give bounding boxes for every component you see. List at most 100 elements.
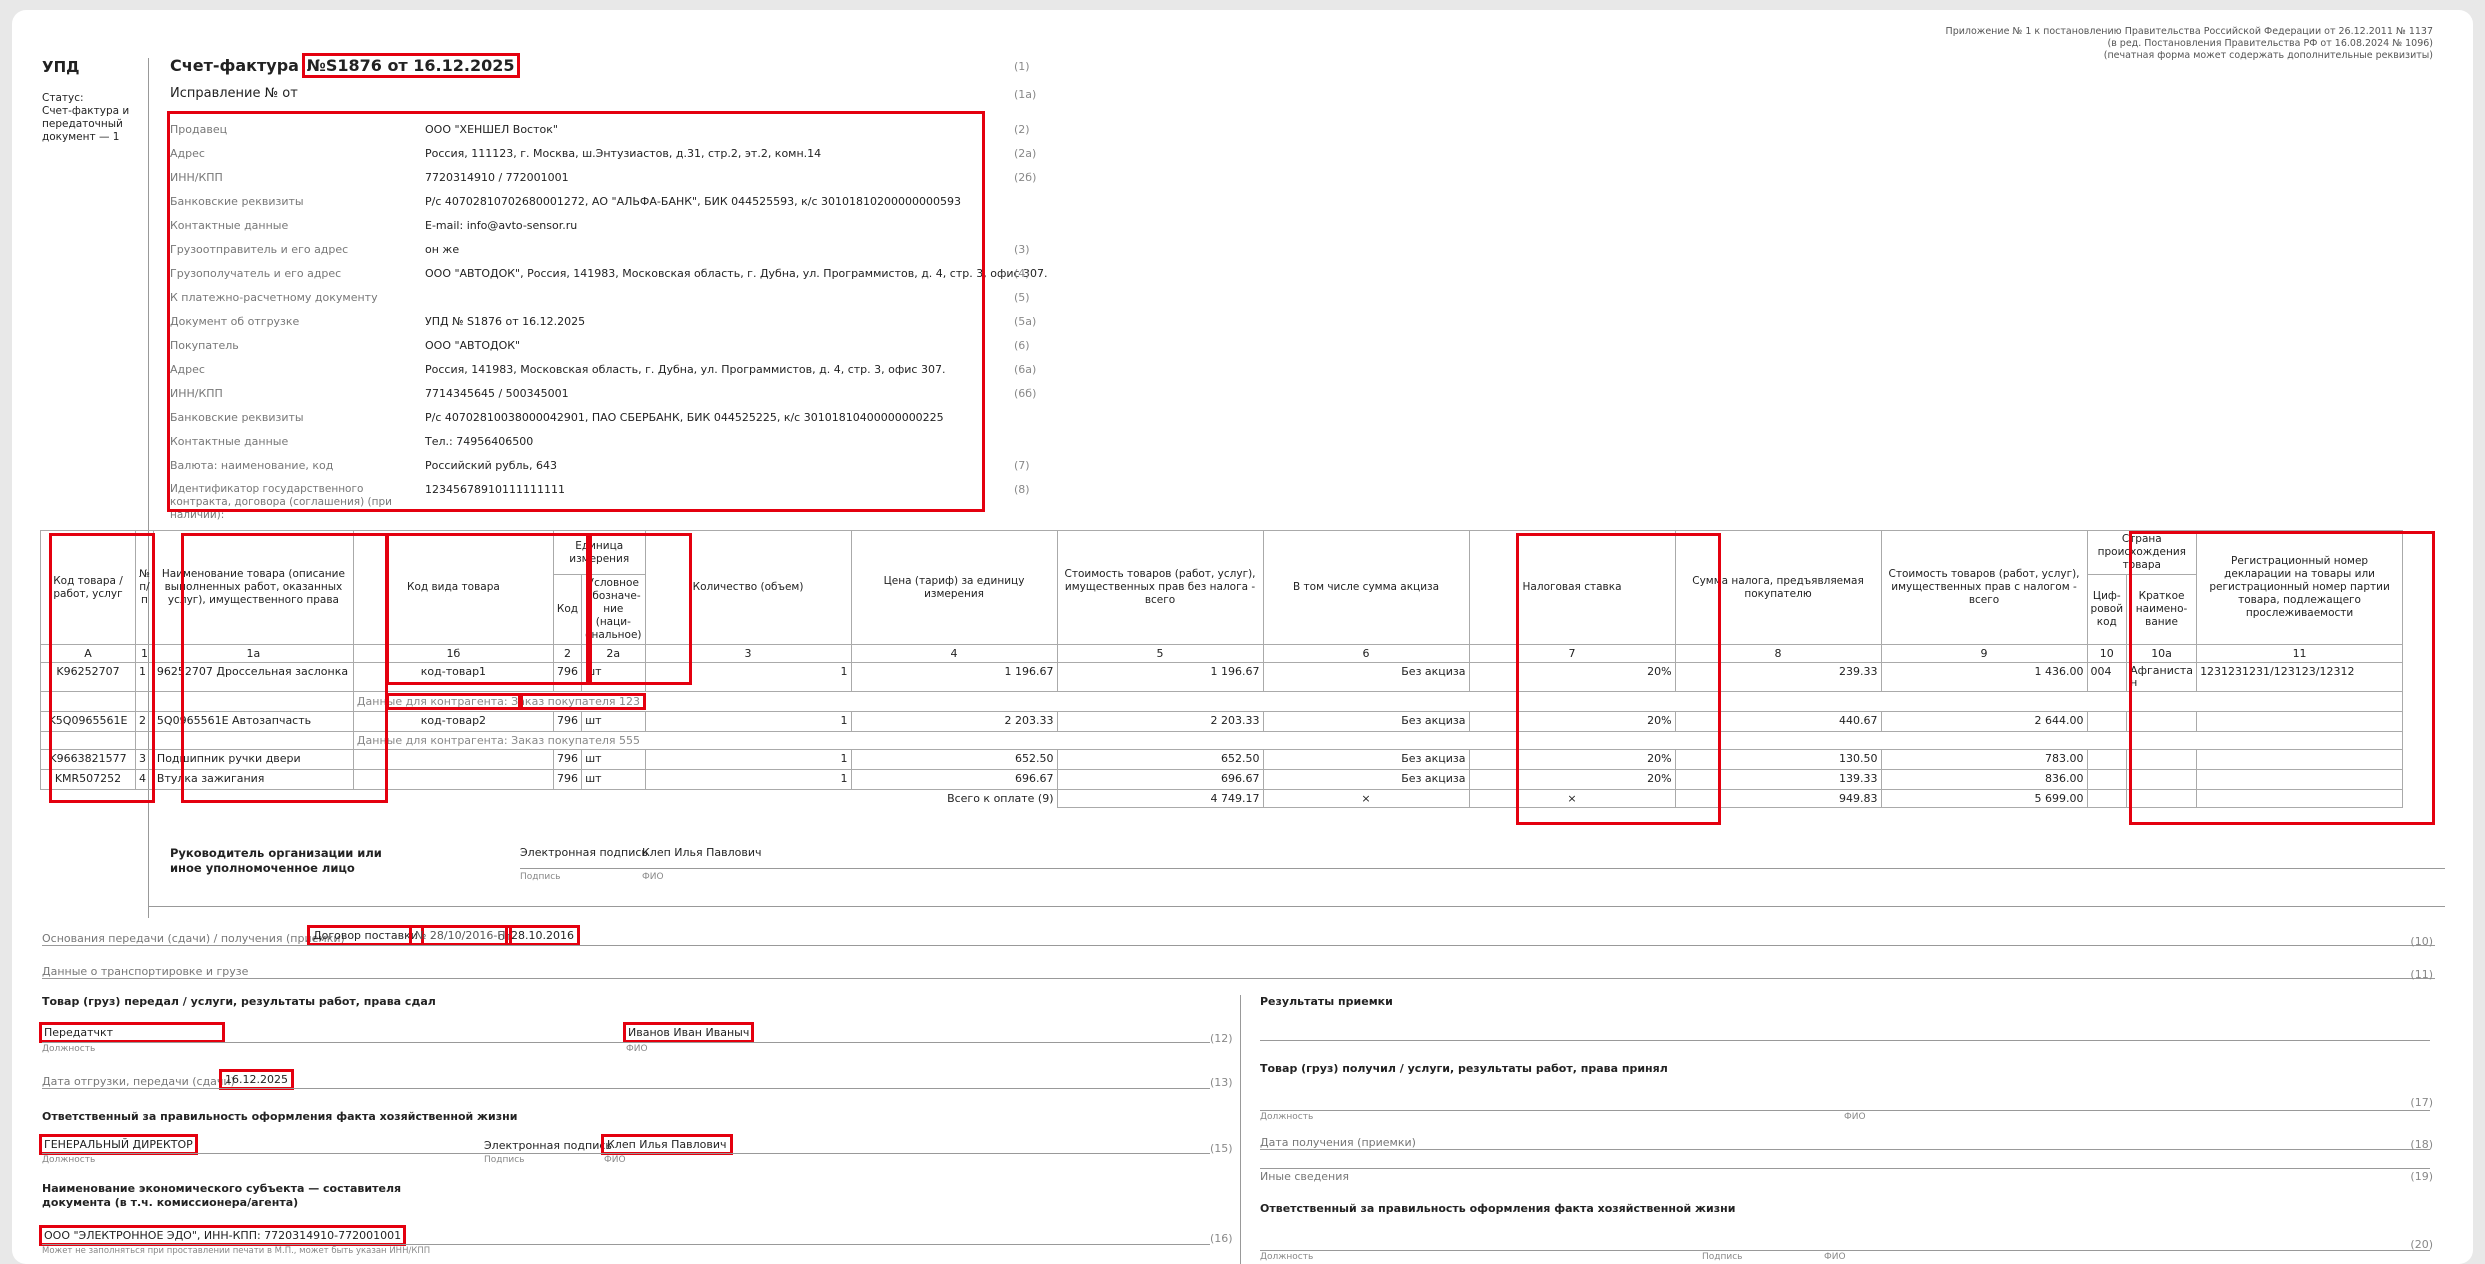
- column-number: 7: [1468, 644, 1676, 663]
- table-subrow: Данные для контрагента: Заказ покупателя…: [40, 691, 2404, 712]
- cell-cname: Афганиста н: [2126, 662, 2198, 692]
- requisite-label: К платежно-расчетному документу: [170, 291, 378, 304]
- cell-qty: 1: [644, 769, 852, 790]
- requisite-label: Покупатель: [170, 339, 239, 352]
- column-number: 3: [644, 644, 852, 663]
- basis-date: 28.10.2016: [505, 925, 580, 946]
- subject-note: Может не заполняться при проставлении пе…: [42, 1246, 431, 1256]
- cell-cost: 652.50: [1056, 749, 1264, 770]
- column-numbers-row: А 1 1а 1б 2 2а 3 4 5 6 7 8 9 10 10а 11: [40, 644, 2404, 663]
- basis-label: Основания передачи (сдачи) / получения (…: [42, 932, 345, 945]
- invoice-title: Счет-фактура №S1876 от 16.12.2025: [170, 53, 520, 78]
- cap-fio: ФИО: [626, 1044, 648, 1054]
- cell-name: 5Q0965561E Автозапчасть: [152, 711, 354, 732]
- correction: Исправление № от: [170, 86, 298, 101]
- th-num: № п/п: [135, 530, 154, 645]
- totals-empty: [2126, 789, 2198, 808]
- document-page: Приложение № 1 к постановлению Правитель…: [12, 10, 2473, 1264]
- column-number: 11: [2196, 644, 2404, 663]
- requisite-code: (5): [1014, 291, 1030, 304]
- items-table: Код товара / работ, услуг № п/п Наименов…: [40, 530, 2404, 808]
- resp-position: ГЕНЕРАЛЬНЫЙ ДИРЕКТОР: [39, 1134, 198, 1155]
- requisite-label: Документ об отгрузке: [170, 315, 300, 328]
- cell-tax: 130.50: [1674, 749, 1882, 770]
- requisite-label: ИНН/КПП: [170, 171, 223, 184]
- cell-kind: код-товар1: [352, 662, 554, 692]
- column-number: 4: [850, 644, 1058, 663]
- table-subrow: Данные для контрагента: Заказ покупателя…: [40, 731, 2404, 750]
- cell-name: 96252707 Дроссельная заслонка: [152, 662, 354, 692]
- cell-reg: [2196, 769, 2404, 790]
- cell-rate: 20%: [1468, 662, 1676, 692]
- cell-ccode: [2086, 749, 2128, 770]
- requisite-code: (6а): [1014, 363, 1037, 376]
- head-sign-title: Руководитель организации или иное уполно…: [170, 846, 382, 875]
- totals-empty: [2196, 789, 2404, 808]
- cell-reg: [2196, 749, 2404, 770]
- counterparty-data: Данные для контрагента: Заказ покупателя…: [352, 731, 2404, 750]
- cell-ccode: [2086, 769, 2128, 790]
- ship-line: [42, 1088, 1210, 1089]
- transport-label: Данные о транспортировке и грузе: [42, 965, 249, 978]
- th-tax: Сумма налога, предъявляемая покупателю: [1674, 530, 1882, 645]
- th-country-name: Краткое наимено-вание: [2126, 574, 2198, 645]
- sub-empty: [152, 691, 354, 712]
- cap-position: Должность: [42, 1044, 96, 1054]
- ship-date: 16.12.2025: [219, 1069, 294, 1090]
- head-name: Клеп Илья Павлович: [642, 846, 762, 859]
- head-cap-sign: Подпись: [520, 872, 561, 882]
- totals-total: 5 699.00: [1880, 789, 2088, 808]
- cell-cost: 696.67: [1056, 769, 1264, 790]
- requisite-value: УПД № S1876 от 16.12.2025: [425, 315, 586, 328]
- cell-tax: 440.67: [1674, 711, 1882, 732]
- requisite-label: Идентификатор государственного контракта…: [170, 483, 393, 521]
- cell-uname: шт: [581, 769, 646, 790]
- requisite-value: Российский рубль, 643: [425, 459, 558, 472]
- column-number: А: [40, 644, 136, 663]
- counterparty-order: Заказ покупателя 555: [511, 734, 640, 747]
- requisite-value: он же: [425, 243, 460, 256]
- upd-status-text: Счет-фактура и передаточный документ — 1: [42, 105, 130, 143]
- requisite-code: (5а): [1014, 315, 1037, 328]
- table-row: K9663821577 3 Подшипник ручки двери 796 шт 1 6…: [40, 749, 2404, 770]
- resp-cap-fio: ФИО: [604, 1155, 626, 1165]
- th-unit-name: Условное обозначе-ние (наци-ональное): [581, 574, 646, 645]
- column-number: 1б: [352, 644, 554, 663]
- cell-n: 1: [135, 662, 154, 692]
- th-code: Код товара / работ, услуг: [40, 530, 136, 645]
- totals-excise: ×: [1262, 789, 1470, 808]
- cell-cname: [2126, 711, 2198, 732]
- code-11: (11): [2410, 968, 2433, 981]
- cell-name: Втулка зажигания: [152, 769, 354, 790]
- cell-cname: [2126, 749, 2198, 770]
- requisite-label: Грузоотправитель и его адрес: [170, 243, 349, 256]
- cell-reg: [2196, 711, 2404, 732]
- requisite-value: 12345678910111111111: [425, 483, 565, 496]
- invoice-title-prefix: Счет-фактура: [170, 56, 299, 75]
- cell-total: 836.00: [1880, 769, 2088, 790]
- code-17: (17): [2410, 1096, 2433, 1109]
- cell-ucode: 796: [552, 749, 583, 770]
- cell-kind: код-товар2: [352, 711, 554, 732]
- right-cap-fio: ФИО: [1824, 1252, 1846, 1262]
- cell-excise: Без акциза: [1262, 769, 1470, 790]
- requisite-value: ООО "АВТОДОК", Россия, 141983, Московска…: [425, 267, 1048, 280]
- legal-note-line: (печатная форма может содержать дополнит…: [2103, 50, 2433, 61]
- requisite-value: Россия, 141983, Московская область, г. Д…: [425, 363, 946, 376]
- cell-rate: 20%: [1468, 749, 1676, 770]
- code-15: (15): [1210, 1142, 1233, 1155]
- resp-title: Ответственный за правильность оформления…: [42, 1110, 518, 1123]
- code-20: (20): [2410, 1238, 2433, 1251]
- totals-empty: [2086, 789, 2128, 808]
- cell-price: 1 196.67: [850, 662, 1058, 692]
- requisite-code: (7): [1014, 459, 1030, 472]
- requisite-label: ИНН/КПП: [170, 387, 223, 400]
- requisite-label: Адрес: [170, 363, 205, 376]
- resp-fio: Клеп Илья Павлович: [601, 1134, 733, 1155]
- right-resp-title: Ответственный за правильность оформления…: [1260, 1202, 1736, 1215]
- totals-tax: 949.83: [1674, 789, 1882, 808]
- cell-cost: 2 203.33: [1056, 711, 1264, 732]
- requisite-value: Тел.: 74956406500: [425, 435, 534, 448]
- basis-number: № 28/10/2016-П: [409, 925, 512, 946]
- cell-tax: 239.33: [1674, 662, 1882, 692]
